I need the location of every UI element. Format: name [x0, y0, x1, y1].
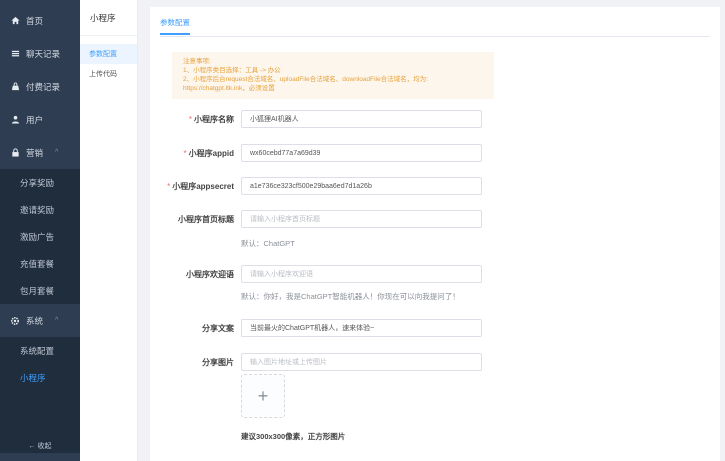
field-label: * 小程序appid — [183, 149, 234, 158]
field-hint: 默认：你好，我是ChatGPT智能机器人！你现在可以向我提问了！ — [241, 292, 460, 301]
panel-title: 小程序 — [80, 0, 137, 36]
sidebar-item-system[interactable]: 系统 ^ — [0, 304, 80, 337]
sidebar-subitem-recharge-plans[interactable]: 充值套餐 — [0, 250, 80, 277]
sidebar-item-home[interactable]: 首页 — [0, 4, 80, 37]
chevron-up-icon: ^ — [55, 317, 59, 324]
sidebar-item-label: 付费记录 — [26, 81, 61, 92]
home-icon — [10, 16, 20, 26]
sidebar-item-label: 用户 — [26, 114, 44, 125]
notice-line: 1、小程序类目选择：工具 -> 办公 — [183, 67, 281, 74]
sidebar-item-label: 聊天记录 — [26, 48, 61, 59]
field-label: * 小程序名称 — [188, 115, 234, 124]
upload-image-button[interactable]: + — [241, 374, 285, 418]
sidebar-item-label: 营销 — [26, 147, 44, 158]
sidebar-item-label: 首页 — [26, 15, 44, 26]
main-content: 参数配置 注意事项: 1、小程序类目选择：工具 -> 办公 2、小程序后台req… — [150, 7, 720, 461]
sidebar-item-label: 系统 — [26, 315, 44, 326]
sidebar-item-marketing[interactable]: 营销 ^ — [0, 136, 80, 169]
sidebar-subitem-incentive-ads[interactable]: 激励广告 — [0, 223, 80, 250]
field-label: 分享文案 — [202, 324, 234, 333]
name-input[interactable]: 小狐狸AI机器人 — [241, 110, 482, 128]
notice-title: 注意事项: — [183, 58, 211, 65]
list-icon — [10, 49, 20, 59]
marketing-submenu: 分享奖励 邀请奖励 激励广告 充值套餐 包月套餐 — [0, 169, 80, 304]
tab-params-config[interactable]: 参数配置 — [160, 17, 190, 35]
notice-line: 2、小程序后台request合法域名、uploadFile合法域名、downlo… — [183, 76, 428, 83]
appsecret-input[interactable]: a1e736ce323cf500e29baa6ed7d1a26b — [241, 177, 482, 195]
bag-icon — [10, 82, 20, 92]
welcome-input[interactable]: 请输入小程序欢迎语 — [241, 265, 482, 283]
home-title-input[interactable]: 请输入小程序首页标题 — [241, 210, 482, 228]
sidebar: 首页 聊天记录 付费记录 用户 营销 ^ 分享奖励 邀请奖励 激励广告 充值套餐… — [0, 0, 80, 461]
sidebar-item-users[interactable]: 用户 — [0, 103, 80, 136]
notice-line: https://chatgpt.ltk.ink，必须设置 — [183, 85, 275, 92]
sidebar-subitem-share-reward[interactable]: 分享奖励 — [0, 169, 80, 196]
field-label: 小程序欢迎语 — [186, 270, 234, 279]
sidebar-subitem-monthly-plans[interactable]: 包月套餐 — [0, 277, 80, 304]
sidebar-subitem-system-config[interactable]: 系统配置 — [0, 337, 80, 364]
sidebar-subitem-mini-program[interactable]: 小程序 — [0, 364, 80, 391]
user-icon — [10, 115, 20, 125]
image-size-hint: 建议300x300像素，正方形图片 — [241, 432, 346, 441]
tab-bar: 参数配置 — [160, 7, 710, 37]
plus-icon: + — [257, 385, 269, 406]
collapse-sidebar-button[interactable]: ← 收起 — [0, 431, 80, 461]
appid-input[interactable]: wx60cebd77a7a69d39 — [241, 144, 482, 162]
mini-program-panel: 小程序 参数配置 上传代码 — [80, 0, 138, 461]
chevron-up-icon: ^ — [55, 149, 59, 156]
share-text-input[interactable]: 当前最火的ChatGPT机器人，速来体验~ — [241, 319, 482, 337]
panel-item-params-config[interactable]: 参数配置 — [80, 44, 137, 64]
sidebar-item-payment-records[interactable]: 付费记录 — [0, 70, 80, 103]
lock-icon — [10, 148, 20, 158]
sidebar-subitem-invite-reward[interactable]: 邀请奖励 — [0, 196, 80, 223]
field-hint: 默认：ChatGPT — [241, 239, 295, 248]
field-label: 分享图片 — [202, 358, 234, 367]
panel-item-upload-code[interactable]: 上传代码 — [80, 64, 137, 84]
sidebar-item-chat-records[interactable]: 聊天记录 — [0, 37, 80, 70]
field-label: * 小程序appsecret — [167, 182, 234, 191]
notice-box: 注意事项: 1、小程序类目选择：工具 -> 办公 2、小程序后台request合… — [172, 52, 494, 99]
field-label: 小程序首页标题 — [178, 215, 234, 224]
share-image-input[interactable]: 输入图片地址或上传图片 — [241, 353, 482, 371]
gear-icon — [10, 316, 20, 326]
